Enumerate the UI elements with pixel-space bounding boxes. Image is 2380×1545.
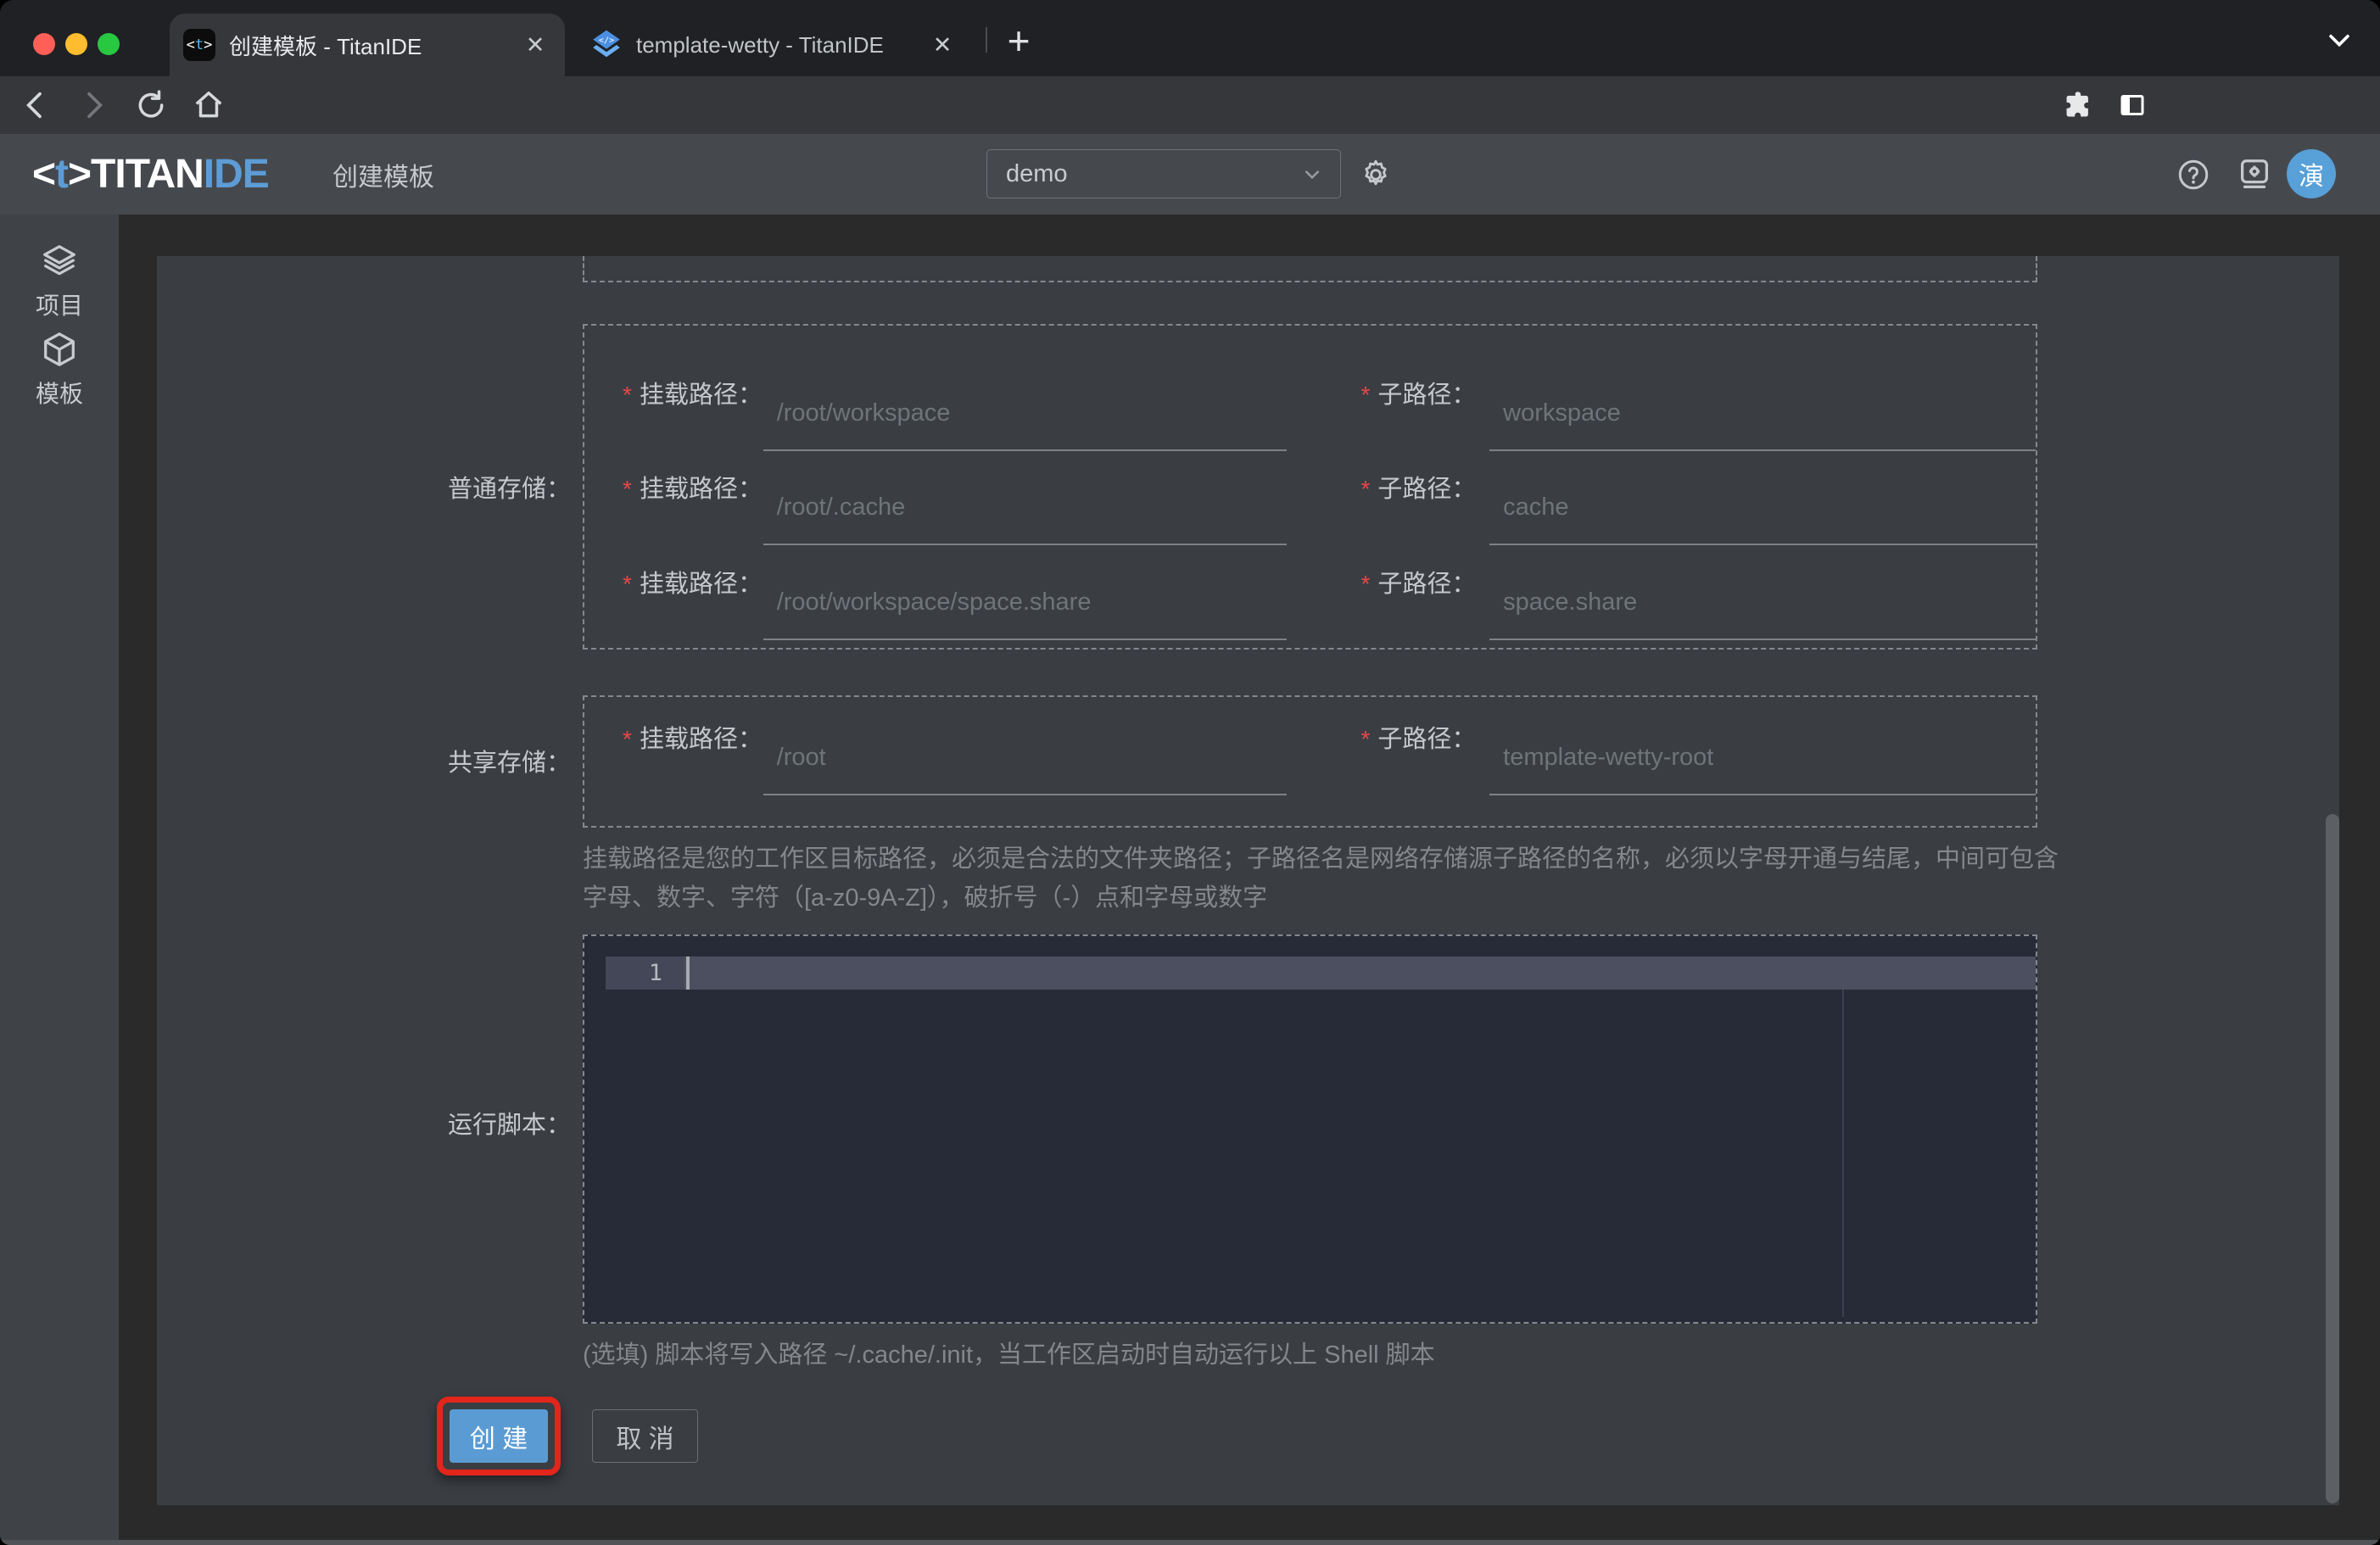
tab-close-icon[interactable]: ✕	[521, 31, 550, 59]
help-icon[interactable]	[2171, 134, 2215, 215]
annotation-highlight-box: 创 建	[437, 1397, 561, 1475]
required-mark: *	[623, 571, 632, 597]
chevron-down-icon	[1305, 170, 1320, 180]
new-tab-button[interactable]: +	[1001, 19, 1036, 63]
tab-strip: < t > 创建模板 - TitanIDE ✕ </> template-wetty…	[0, 0, 2380, 76]
console-settings-icon[interactable]	[2231, 134, 2278, 215]
section-label-normal-storage: 普通存储：	[447, 476, 571, 503]
storage-row: * 挂载路径： * 子路径：	[584, 562, 2036, 640]
section-label-run-script: 运行脚本：	[447, 1112, 571, 1139]
sub-path-label: 子路径：	[1377, 571, 1477, 598]
script-code-editor[interactable]: 1	[583, 934, 2037, 1324]
svg-text:</>: </>	[599, 36, 614, 45]
mount-path-label: 挂载路径：	[639, 726, 763, 753]
editor-current-line: 1	[606, 957, 2036, 990]
browser-toolbar: try.titanide.cn/ide/web/workspace/templa…	[0, 76, 2380, 205]
section-box-normal-storage: * 挂载路径： * 子路径： * 挂载路径： * 子路径：	[583, 324, 2037, 650]
required-mark: *	[1360, 571, 1371, 597]
mount-path-input[interactable]	[763, 717, 1287, 795]
settings-gear-icon[interactable]	[1352, 134, 1400, 215]
workspace-select[interactable]: demo	[986, 149, 1341, 198]
mount-path-input[interactable]	[763, 373, 1287, 451]
workspace-select-value: demo	[1006, 159, 1068, 187]
sub-path-label: 子路径：	[1377, 726, 1477, 753]
window-minimize-button[interactable]	[65, 33, 87, 55]
required-mark: *	[623, 476, 632, 502]
storage-row: * 挂载路径： * 子路径：	[584, 373, 2036, 451]
sub-path-input[interactable]	[1489, 562, 2036, 640]
required-mark: *	[1360, 476, 1371, 502]
editor-ruler	[1842, 990, 1844, 1317]
editor-line-number: 1	[606, 957, 684, 990]
side-panel-icon[interactable]	[2110, 76, 2154, 134]
sub-path-input[interactable]	[1489, 467, 2036, 545]
mount-path-input[interactable]	[763, 467, 1287, 545]
cancel-button[interactable]: 取 消	[592, 1409, 698, 1463]
window-bottom-edge	[0, 1540, 2380, 1545]
sidebar-item-templates[interactable]: 模板	[0, 330, 119, 410]
storage-row: * 挂载路径： * 子路径：	[584, 467, 2036, 545]
mount-path-label: 挂载路径：	[639, 571, 763, 598]
sidebar: 项目 模板	[0, 215, 119, 1545]
extensions-puzzle-icon[interactable]	[2056, 76, 2100, 134]
mount-path-label: 挂载路径：	[639, 476, 763, 503]
sub-path-label: 子路径：	[1377, 382, 1477, 409]
user-avatar[interactable]: 演	[2287, 149, 2336, 198]
create-template-form: 普通存储： * 挂载路径： * 子路径： * 挂载路径： *	[157, 256, 2339, 1505]
storage-row: * 挂载路径： * 子路径：	[584, 717, 2036, 795]
tab-template-wetty[interactable]: </> template-wetty - TitanIDE ✕	[577, 14, 972, 76]
workspace-favicon-icon: </>	[590, 29, 623, 61]
app-body: 项目 模板 普通存储： * 挂载路径： * 子路径：	[0, 215, 2380, 1545]
forward-icon[interactable]	[71, 76, 115, 134]
browser-window: < t > 创建模板 - TitanIDE ✕ </> template-wetty…	[0, 0, 2380, 1545]
titanide-logo[interactable]: < t > TITAN IDE	[32, 134, 270, 215]
tab-create-template[interactable]: < t > 创建模板 - TitanIDE ✕	[170, 14, 565, 76]
create-button[interactable]: 创 建	[450, 1409, 548, 1463]
required-mark: *	[1360, 382, 1371, 408]
path-rules-hint: 挂载路径是您的工作区目标路径，必须是合法的文件夹路径；子路径名是网络存储源子路径…	[583, 845, 2059, 912]
editor-caret	[686, 957, 690, 990]
back-icon[interactable]	[14, 76, 58, 134]
home-icon[interactable]	[187, 76, 231, 134]
reload-icon[interactable]	[129, 76, 173, 134]
sub-path-label: 子路径：	[1377, 476, 1477, 503]
required-mark: *	[1360, 726, 1371, 752]
window-close-button[interactable]	[33, 33, 55, 55]
app-header: < t > TITAN IDE 创建模板 demo 演	[0, 134, 2380, 215]
tab-title: template-wetty - TitanIDE	[636, 31, 884, 58]
sidebar-item-label: 模板	[35, 381, 83, 407]
sidebar-item-projects[interactable]: 项目	[0, 242, 119, 321]
tab-title: 创建模板 - TitanIDE	[229, 33, 422, 59]
window-zoom-button[interactable]	[98, 33, 120, 55]
section-label-shared-storage: 共享存储：	[447, 750, 571, 777]
required-mark: *	[623, 382, 632, 408]
mount-path-input[interactable]	[763, 562, 1287, 640]
layers-icon	[43, 245, 75, 276]
sub-path-input[interactable]	[1489, 717, 2036, 795]
sidebar-item-label: 项目	[35, 293, 83, 319]
tab-divider	[986, 27, 987, 53]
tab-search-chevron-icon[interactable]	[2322, 27, 2356, 53]
mount-path-label: 挂载路径：	[639, 382, 763, 409]
script-hint: (选填) 脚本将写入路径 ~/.cache/.init，当工作区启动时自动运行以…	[583, 1341, 1435, 1369]
cube-icon	[44, 332, 75, 366]
page-title: 创建模板	[332, 163, 434, 192]
required-mark: *	[623, 726, 632, 752]
vertical-scrollbar-thumb[interactable]	[2326, 814, 2339, 1503]
sub-path-input[interactable]	[1489, 373, 2036, 451]
titanide-favicon-icon: < t >	[183, 29, 215, 61]
tab-close-icon[interactable]: ✕	[928, 31, 957, 59]
section-box-shared-storage: * 挂载路径： * 子路径：	[583, 695, 2037, 828]
section-box-partial	[583, 256, 2037, 282]
